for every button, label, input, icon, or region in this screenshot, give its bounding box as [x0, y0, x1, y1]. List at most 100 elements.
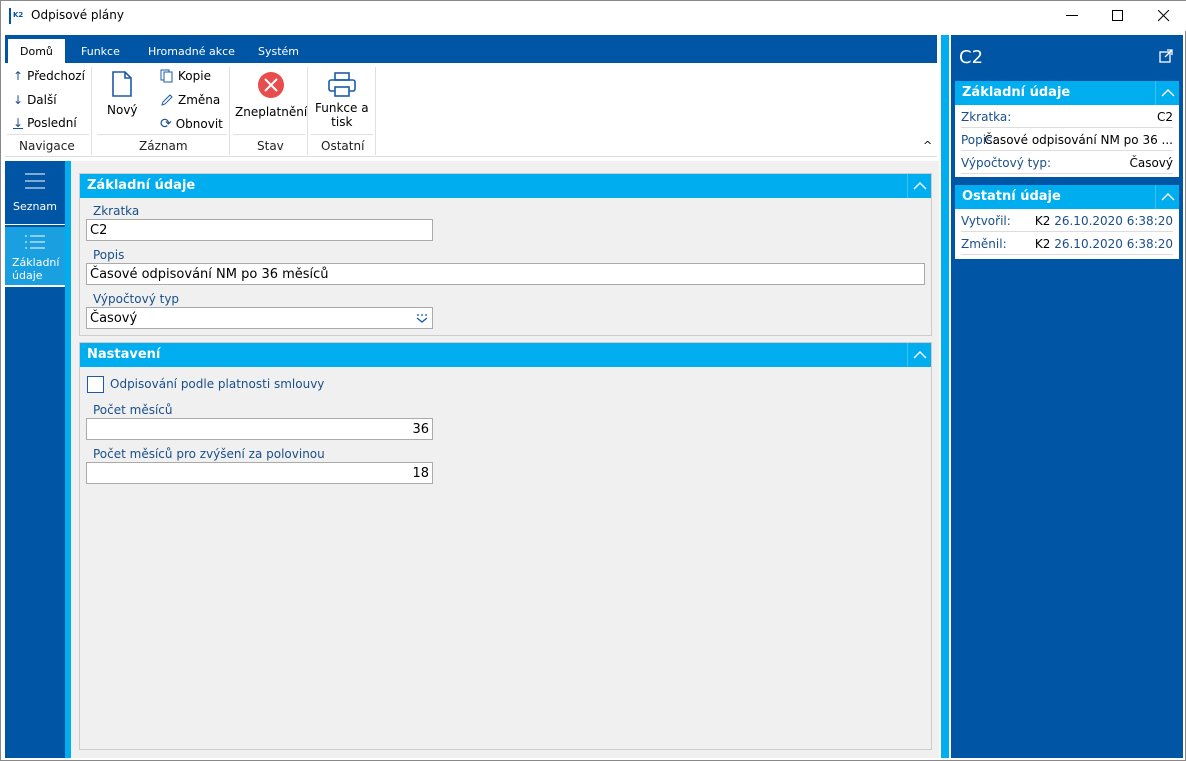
label: Poslední — [27, 116, 77, 130]
group-label-ostatni: Ostatní — [321, 139, 365, 153]
refresh-icon: ⟳ — [160, 116, 172, 132]
close-button[interactable] — [1141, 1, 1186, 31]
label: Základní — [12, 256, 60, 269]
zkratka-input[interactable]: C2 — [86, 219, 433, 241]
info-row: Zkratka: C2 — [961, 105, 1173, 128]
chevron-up-icon[interactable] — [907, 343, 931, 367]
zkratka-label: Zkratka — [93, 204, 140, 218]
next-button[interactable]: ↓ Další — [13, 93, 57, 107]
title-bar: K2 Odpisové plány — [1, 1, 1186, 31]
section-title: Základní údaje — [962, 85, 1071, 100]
list-icon — [25, 235, 45, 249]
label: Předchozí — [27, 69, 85, 83]
label: údaje — [12, 269, 43, 282]
typ-select[interactable]: Časový — [86, 307, 433, 329]
panel-nastaveni: Nastavení Odpisování podle platnosti sml… — [79, 342, 932, 750]
user: K2 — [1034, 214, 1051, 228]
label: tisk — [331, 115, 353, 129]
minimize-button[interactable] — [1049, 1, 1095, 31]
panel-title: Základní údaje — [87, 178, 196, 193]
copy-button[interactable]: Kopie — [160, 69, 211, 83]
months-label: Počet měsíců — [93, 403, 173, 417]
label: Nový — [107, 103, 138, 117]
window-title: Odpisové plány — [31, 8, 124, 22]
info-row: Změnil: K2 26.10.2020 6:38:20 — [961, 232, 1173, 255]
ribbon-tabs: Domů Funkce Hromadné akce Systém — [5, 35, 937, 63]
maximize-button[interactable] — [1095, 1, 1141, 31]
chevron-up-icon[interactable] — [907, 174, 931, 198]
checkbox-label[interactable]: Odpisování podle platnosti smlouvy — [110, 377, 324, 391]
arrow-up-icon: ↑ — [13, 69, 24, 83]
label: Seznam — [13, 200, 57, 213]
value: C2 — [1156, 110, 1173, 124]
invalidate-button[interactable]: Zneplatnění — [235, 71, 307, 119]
date: 26.10.2020 6:38:20 — [1054, 214, 1173, 228]
previous-button[interactable]: ↑ Předchozí — [13, 69, 85, 83]
edit-button[interactable]: Změna — [160, 93, 220, 107]
label: Změna — [178, 93, 221, 107]
tab-hromadne-akce[interactable]: Hromadné akce — [148, 41, 235, 63]
app-icon: K2 — [9, 8, 27, 24]
group-label-stav: Stav — [257, 139, 284, 153]
label: Kopie — [178, 69, 211, 83]
info-row: Výpočtový typ: Časový — [961, 151, 1173, 174]
label: Další — [27, 93, 57, 107]
copy-icon — [160, 69, 173, 83]
hamburger-icon — [25, 173, 45, 189]
info-panel: C2 Základní údaje Zkratka: C2 Popis: Časov… — [951, 35, 1183, 758]
panel-splitter[interactable] — [941, 35, 949, 758]
label: Obnovit — [175, 117, 223, 131]
half-months-label: Počet měsíců pro zvýšení za polovinou — [93, 447, 325, 461]
pencil-icon — [161, 94, 173, 106]
dropdown-icon — [416, 314, 428, 323]
key: Změnil: — [961, 237, 1007, 251]
date: 26.10.2020 6:38:20 — [1054, 237, 1173, 251]
tab-funkce[interactable]: Funkce — [81, 41, 120, 63]
value: Časové odpisování NM po 36 ... — [984, 133, 1173, 147]
tab-system[interactable]: Systém — [258, 41, 299, 63]
months-input[interactable]: 36 — [86, 418, 433, 440]
half-months-input[interactable]: 18 — [86, 462, 433, 484]
new-document-icon — [112, 71, 133, 97]
sidebar: Seznam Základní údaje — [5, 161, 65, 758]
info-row: Popis: Časové odpisování NM po 36 ... — [961, 128, 1173, 151]
panel-title: Nastavení — [87, 347, 161, 362]
key: Zkratka: — [961, 110, 1012, 124]
printer-icon — [327, 72, 356, 97]
last-button[interactable]: ↓ Poslední — [13, 116, 77, 130]
info-row: Vytvořil: K2 26.10.2020 6:38:20 — [961, 209, 1173, 232]
open-external-icon[interactable] — [1159, 49, 1173, 66]
contract-validity-checkbox[interactable] — [87, 376, 104, 393]
chevron-up-icon[interactable] — [1155, 81, 1179, 105]
close-circle-icon — [258, 72, 285, 98]
info-other: Ostatní údaje Vytvořil: K2 26.10.2020 6:3… — [955, 185, 1179, 259]
ribbon: ↑ Předchozí ↓ Další ↓ Poslední Navigace Nov… — [5, 63, 937, 157]
info-title: C2 — [959, 47, 984, 68]
typ-label: Výpočtový typ — [93, 292, 180, 306]
form-area: Základní údaje Zkratka C2 Popis Časové o… — [71, 161, 939, 758]
user: K2 — [1034, 237, 1051, 251]
new-button[interactable]: Nový — [107, 71, 138, 117]
section-title: Ostatní údaje — [962, 189, 1061, 204]
popis-label: Popis — [93, 248, 125, 262]
popis-input[interactable]: Časové odpisování NM po 36 měsíců — [86, 263, 925, 285]
functions-print-button[interactable]: Funkce a tisk — [315, 71, 369, 129]
group-label-zaznam: Záznam — [139, 139, 188, 153]
typ-value: Časový — [90, 311, 138, 326]
refresh-button[interactable]: ⟳ Obnovit — [160, 116, 223, 132]
panel-zakladni-udaje: Základní údaje Zkratka C2 Popis Časové o… — [79, 173, 932, 336]
value: Časový — [1129, 156, 1173, 170]
arrow-down-last-icon: ↓ — [13, 116, 24, 130]
tab-domu[interactable]: Domů — [8, 39, 65, 63]
label: Zneplatnění — [235, 105, 308, 119]
info-basic: Základní údaje Zkratka: C2 Popis: Časové o… — [955, 81, 1179, 177]
label: Funkce a — [315, 101, 369, 115]
key: Výpočtový typ: — [961, 156, 1052, 170]
chevron-up-icon[interactable] — [1155, 185, 1179, 209]
sidebar-item-zakladni-udaje[interactable]: Základní údaje — [5, 227, 65, 287]
arrow-down-icon: ↓ — [13, 93, 24, 107]
group-label-navigace: Navigace — [19, 139, 75, 153]
collapse-ribbon-icon[interactable]: ^ — [923, 139, 932, 152]
sidebar-item-seznam[interactable]: Seznam — [5, 161, 65, 225]
key: Vytvořil: — [961, 214, 1011, 228]
